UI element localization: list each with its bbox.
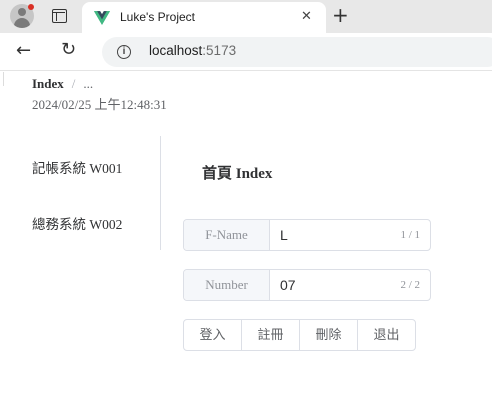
url-host: localhost	[149, 43, 203, 58]
menu-divider	[160, 136, 161, 250]
breadcrumb: Index /...	[32, 76, 93, 92]
register-button[interactable]: 註冊	[241, 319, 300, 351]
menu-item-w001[interactable]: 記帳系統 W001	[32, 157, 122, 177]
number-label: Number	[184, 270, 270, 300]
number-char-count: 2 / 2	[400, 279, 420, 291]
content-edge-line	[3, 72, 4, 86]
menu-item-w002[interactable]: 總務系統 W002	[32, 213, 122, 233]
fname-field[interactable]: F-Name L 1 / 1	[183, 219, 431, 251]
logout-button[interactable]: 退出	[357, 319, 416, 351]
fname-char-count: 1 / 1	[400, 229, 420, 241]
tab-close-icon[interactable]: ✕	[301, 8, 312, 26]
number-input[interactable]: 07	[280, 270, 296, 300]
action-button-group: 登入 註冊 刪除 退出	[183, 319, 416, 351]
breadcrumb-current[interactable]: Index	[32, 76, 64, 91]
url-text[interactable]: localhost:5173	[149, 43, 236, 58]
address-bar[interactable]: i localhost:5173	[102, 37, 492, 67]
browser-tab-strip: Luke's Project ✕ +	[0, 0, 492, 33]
browser-tab-active[interactable]: Luke's Project ✕	[82, 2, 326, 33]
number-field[interactable]: Number 07 2 / 2	[183, 269, 431, 301]
notification-dot	[28, 4, 34, 10]
login-button[interactable]: 登入	[183, 319, 242, 351]
back-arrow-icon[interactable]: ←	[16, 41, 31, 61]
fname-input[interactable]: L	[280, 220, 288, 250]
page-content: Index /... 2024/02/25 上午12:48:31 記帳系統 W00…	[0, 72, 492, 416]
breadcrumb-more[interactable]: ...	[83, 76, 93, 91]
fname-label: F-Name	[184, 220, 270, 250]
tab-title: Luke's Project	[120, 10, 195, 24]
tab-actions-icon[interactable]	[52, 9, 67, 23]
timestamp: 2024/02/25 上午12:48:31	[32, 97, 167, 112]
reload-icon[interactable]: ↻	[61, 40, 76, 60]
page-title: 首頁 Index	[202, 166, 273, 182]
browser-toolbar: ← ↻ i localhost:5173	[0, 33, 492, 71]
new-tab-plus-icon[interactable]: +	[332, 4, 349, 26]
vue-logo-icon	[94, 11, 110, 25]
breadcrumb-separator: /	[71, 76, 76, 91]
delete-button[interactable]: 刪除	[299, 319, 358, 351]
site-info-icon[interactable]: i	[117, 45, 131, 59]
url-port: :5173	[202, 43, 237, 58]
